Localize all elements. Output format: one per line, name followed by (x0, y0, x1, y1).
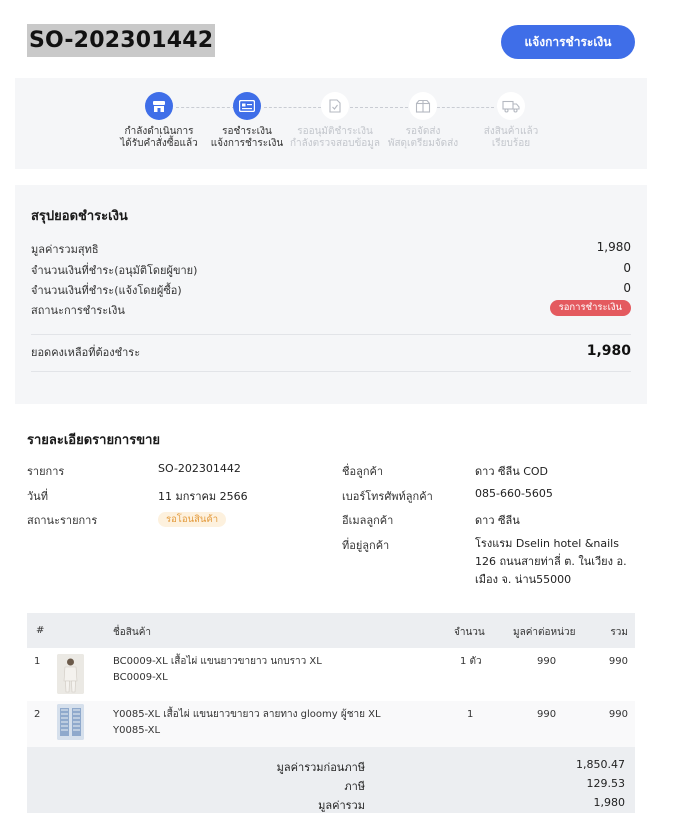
table-header: # ชื่อสินค้า จำนวน มูลค่าต่อหน่วย รวม (27, 613, 635, 648)
sale-details-title: รายละเอียดรายการขาย (27, 433, 161, 448)
step-title: รอจัดส่ง (405, 126, 441, 137)
step-subtitle: กำลังตรวจสอบข้อมูล (289, 138, 381, 149)
order-status-label: สถานะรายการ (27, 514, 98, 527)
summary-row-label: จำนวนเงินที่ชำระ(แจ้งโดยผู้ซื้อ) (31, 284, 182, 297)
store-icon (145, 92, 173, 120)
row-quantity: 1 ตัว (460, 656, 482, 667)
row-total: 990 (608, 709, 628, 720)
step-title: รอชำระเงิน (222, 126, 272, 137)
notify-payment-button[interactable]: แจ้งการชำระเงิน (501, 25, 635, 59)
customer-name-label: ชื่อลูกค้า (342, 465, 384, 478)
step-processing: กำลังดำเนินการ ได้รับคำสั่งซื้อแล้ว (109, 92, 209, 150)
summary-row-label: มูลค่ารวมสุทธิ (31, 243, 99, 256)
step-subtitle: แจ้งการชำระเงิน (210, 138, 284, 149)
product-sku: Y0085-XL (113, 725, 161, 736)
step-awaiting-approval: รออนุมัติชำระเงิน กำลังตรวจสอบข้อมูล (285, 92, 385, 150)
summary-title: สรุปยอดชำระเงิน (31, 209, 128, 224)
order-status-stepper: กำลังดำเนินการ ได้รับคำสั่งซื้อแล้ว รอชำ… (15, 78, 647, 169)
step-subtitle: พัสดุเตรียมจัดส่ง (387, 138, 459, 149)
summary-row-paid-approved: จำนวนเงินที่ชำระ(อนุมัติโดยผู้ขาย) 0 (31, 261, 631, 277)
col-quantity: จำนวน (454, 627, 485, 638)
payment-summary-card: สรุปยอดชำระเงิน มูลค่ารวมสุทธิ 1,980 จำน… (15, 185, 647, 404)
customer-name-value: ดาว ซีลีน COD (475, 465, 549, 478)
date-label: วันที่ (27, 490, 48, 503)
table-totals: มูลค่ารวมก่อนภาษี 1,850.47 ภาษี 129.53 ม… (27, 747, 635, 813)
customer-address-value: โรงแรม Dselin hotel &nails 126 ถนนสายท่า… (475, 537, 627, 586)
order-status-badge: รอโอนสินค้า (158, 512, 227, 527)
summary-row-value: 0 (623, 281, 631, 295)
customer-phone-value: 085-660-5605 (475, 487, 553, 500)
subtotal-label: มูลค่ารวมก่อนภาษี (276, 761, 365, 774)
customer-email-label: อีเมลลูกค้า (342, 514, 394, 527)
summary-row-paid-notified: จำนวนเงินที่ชำระ(แจ้งโดยผู้ซื้อ) 0 (31, 281, 631, 297)
row-quantity: 1 (467, 709, 474, 720)
summary-row-value: 1,980 (596, 240, 631, 254)
step-awaiting-payment: รอชำระเงิน แจ้งการชำระเงิน (197, 92, 297, 150)
order-id-title: SO-202301442 (27, 24, 216, 57)
product-name: BC0009-XL เสื้อไผ่ แขนยาวขายาว นกบราว XL (113, 656, 322, 667)
grand-total-label: มูลค่ารวม (318, 799, 365, 812)
row-index: 1 (34, 656, 41, 667)
summary-row-label: จำนวนเงินที่ชำระ(อนุมัติโดยผู้ขาย) (31, 264, 198, 277)
product-name: Y0085-XL เสื้อไผ่ แขนยาวขายาว ลายทาง glo… (113, 709, 381, 720)
balance-label: ยอดคงเหลือที่ต้องชำระ (31, 346, 141, 359)
date-value: 11 มกราคม 2566 (158, 490, 248, 503)
step-shipped: ส่งสินค้าแล้ว เรียบร้อย (461, 92, 561, 150)
summary-row-label: สถานะการชำระเงิน (31, 304, 125, 317)
order-value: SO-202301442 (158, 462, 241, 475)
subtotal-value: 1,850.47 (576, 758, 625, 771)
customer-email-value: ดาว ซีลีน (475, 514, 520, 527)
payment-card-icon (233, 92, 261, 120)
step-awaiting-shipment: รอจัดส่ง พัสดุเตรียมจัดส่ง (373, 92, 473, 150)
customer-phone-label: เบอร์โทรศัพท์ลูกค้า (342, 490, 433, 503)
product-thumbnail (57, 654, 84, 694)
divider (31, 371, 631, 372)
step-title: กำลังดำเนินการ (124, 126, 194, 137)
status-badge: รอการชำระเงิน (549, 300, 631, 316)
grand-total-value: 1,980 (593, 796, 626, 809)
package-icon (409, 92, 437, 120)
summary-row-net-total: มูลค่ารวมสุทธิ 1,980 (31, 240, 631, 256)
balance-value: 1,980 (586, 343, 631, 359)
step-subtitle: เรียบร้อย (491, 138, 531, 149)
divider (31, 334, 631, 335)
document-check-icon (321, 92, 349, 120)
table-row[interactable]: 2 Y0085-XL เสื้อไผ่ แขนยาวขายาว ลายทาง g… (27, 701, 635, 747)
product-sku: BC0009-XL (113, 672, 168, 683)
col-total: รวม (610, 627, 628, 638)
truck-icon (497, 92, 525, 120)
col-unit-price: มูลค่าต่อหน่วย (513, 627, 576, 638)
order-label: รายการ (27, 465, 65, 478)
step-title: รออนุมัติชำระเงิน (297, 126, 373, 137)
col-index: # (36, 625, 45, 636)
summary-row-value: 0 (623, 261, 631, 275)
summary-row-payment-status: สถานะการชำระเงิน รอการชำระเงิน (31, 300, 631, 317)
customer-address-label: ที่อยู่ลูกค้า (342, 539, 390, 552)
tax-value: 129.53 (586, 777, 626, 790)
row-unit-price: 990 (537, 656, 557, 667)
row-total: 990 (608, 656, 628, 667)
row-index: 2 (34, 709, 41, 720)
col-product-name: ชื่อสินค้า (113, 627, 152, 638)
row-unit-price: 990 (537, 709, 557, 720)
tax-label: ภาษี (344, 780, 365, 793)
product-thumbnail (57, 704, 84, 740)
step-subtitle: ได้รับคำสั่งซื้อแล้ว (120, 138, 198, 149)
table-row[interactable]: 1 BC0009-XL เสื้อไผ่ แขนยาวขายาว นกบราว … (27, 648, 635, 701)
step-title: ส่งสินค้าแล้ว (483, 126, 539, 137)
